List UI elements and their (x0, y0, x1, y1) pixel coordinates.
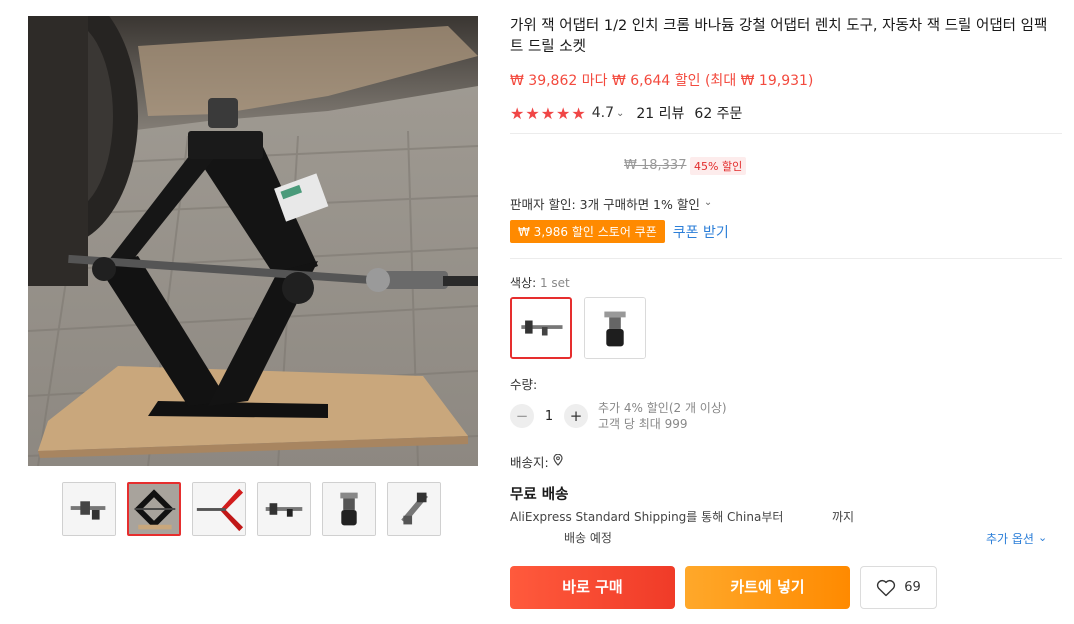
ship-to-row[interactable]: 배송지: (510, 452, 563, 471)
socket-swatch-icon (585, 298, 645, 358)
shipping-method: AliExpress Standard Shipping를 통해 China부터 (510, 510, 784, 524)
store-coupon-tag: ₩ 3,986 할인 스토어 쿠폰 (510, 220, 665, 243)
seller-discount-text: 판매자 할인: 3개 구매하면 1% 할인 (510, 197, 700, 212)
discount-badge: 45% 할인 (690, 157, 747, 175)
color-swatches (510, 297, 646, 359)
main-product-image[interactable] (28, 16, 478, 466)
socket-thumb-icon (323, 483, 375, 535)
quantity-note-line2: 고객 당 최대 999 (598, 417, 688, 431)
quantity-decrease-button[interactable]: − (510, 404, 534, 428)
rating-row: ★ ★ ★ ★ ★ 4.7 ⌄ 21 리뷰 62 주문 (510, 103, 742, 123)
divider (510, 258, 1062, 259)
thumbnail-4[interactable] (257, 482, 311, 536)
quantity-stepper: − 1 + (510, 404, 588, 428)
star-icon: ★ (540, 103, 556, 123)
wishlist-button[interactable]: 69 (860, 566, 937, 609)
price-promo-line: ₩ 39,862 마다 ₩ 6,644 할인 (최대 ₩ 19,931) (510, 73, 814, 89)
quantity-note: 추가 4% 할인(2 개 이상) 고객 당 최대 999 (598, 400, 727, 432)
thumbnail-5[interactable] (322, 482, 376, 536)
star-rating-icons: ★ ★ ★ ★ ★ (510, 104, 586, 123)
wishlist-count: 69 (904, 580, 921, 595)
ship-to-label: 배송지: (510, 455, 549, 470)
scissor-jack-photo (28, 16, 478, 466)
coupon-row: ₩ 3,986 할인 스토어 쿠폰 쿠폰 받기 (510, 220, 729, 243)
quantity-value[interactable]: 1 (534, 409, 564, 424)
add-to-cart-button[interactable]: 카트에 넣기 (685, 566, 850, 609)
chevron-down-icon: ⌄ (615, 108, 625, 119)
star-icon: ★ (571, 103, 586, 123)
orders-count: 62 주문 (694, 106, 743, 122)
scissor-jack-thumb-icon (129, 484, 179, 534)
get-coupon-link[interactable]: 쿠폰 받기 (673, 222, 729, 242)
heart-icon (877, 579, 896, 596)
quantity-increase-button[interactable]: + (564, 404, 588, 428)
buy-now-button[interactable]: 바로 구매 (510, 566, 675, 609)
color-value: 1 set (539, 276, 570, 290)
adapter-set-thumb-icon (63, 483, 115, 535)
adapter-set-swatch-icon (512, 299, 570, 357)
red-jack-thumb-icon (193, 483, 245, 535)
chevron-down-icon: ⌄ (703, 197, 713, 208)
original-price: ₩ 18,337 (624, 158, 687, 173)
color-swatch-1[interactable] (510, 297, 572, 359)
star-icon: ★ (556, 103, 571, 123)
shipping-eta: 배송 예정 (564, 531, 612, 545)
divider (510, 133, 1062, 134)
angled-adapter-thumb-icon (388, 483, 440, 535)
thumbnail-strip (62, 482, 441, 536)
thumbnail-1[interactable] (62, 482, 116, 536)
shipping-until: 까지 (832, 510, 855, 524)
thumbnail-3[interactable] (192, 482, 246, 536)
quantity-note-line1: 추가 4% 할인(2 개 이상) (598, 401, 727, 415)
product-title: 가위 잭 어댑터 1/2 인치 크롬 바나듐 강철 어댑터 렌치 도구, 자동차… (510, 18, 1048, 55)
location-pin-icon (553, 453, 563, 469)
color-label: 색상: 1 set (510, 274, 570, 291)
color-swatch-2[interactable] (584, 297, 646, 359)
adapter-thumb-icon (258, 483, 310, 535)
star-icon: ★ (510, 103, 525, 123)
reviews-link[interactable]: 21 리뷰 (636, 103, 684, 123)
rating-value: 4.7 (591, 105, 614, 121)
chevron-down-icon: ⌄ (1037, 531, 1048, 544)
thumbnail-6[interactable] (387, 482, 441, 536)
rating-value-dropdown[interactable]: 4.7 ⌄ (592, 105, 625, 121)
thumbnail-2[interactable] (127, 482, 181, 536)
more-shipping-options[interactable]: 추가 옵션 ⌄ (986, 530, 1047, 547)
star-icon: ★ (525, 103, 540, 123)
quantity-label: 수량: (510, 377, 538, 392)
color-label-text: 색상: (510, 276, 540, 290)
seller-discount[interactable]: 판매자 할인: 3개 구매하면 1% 할인 ⌄ (510, 194, 712, 213)
more-options-label: 추가 옵션 (986, 532, 1034, 546)
free-shipping-title: 무료 배송 (510, 487, 569, 503)
